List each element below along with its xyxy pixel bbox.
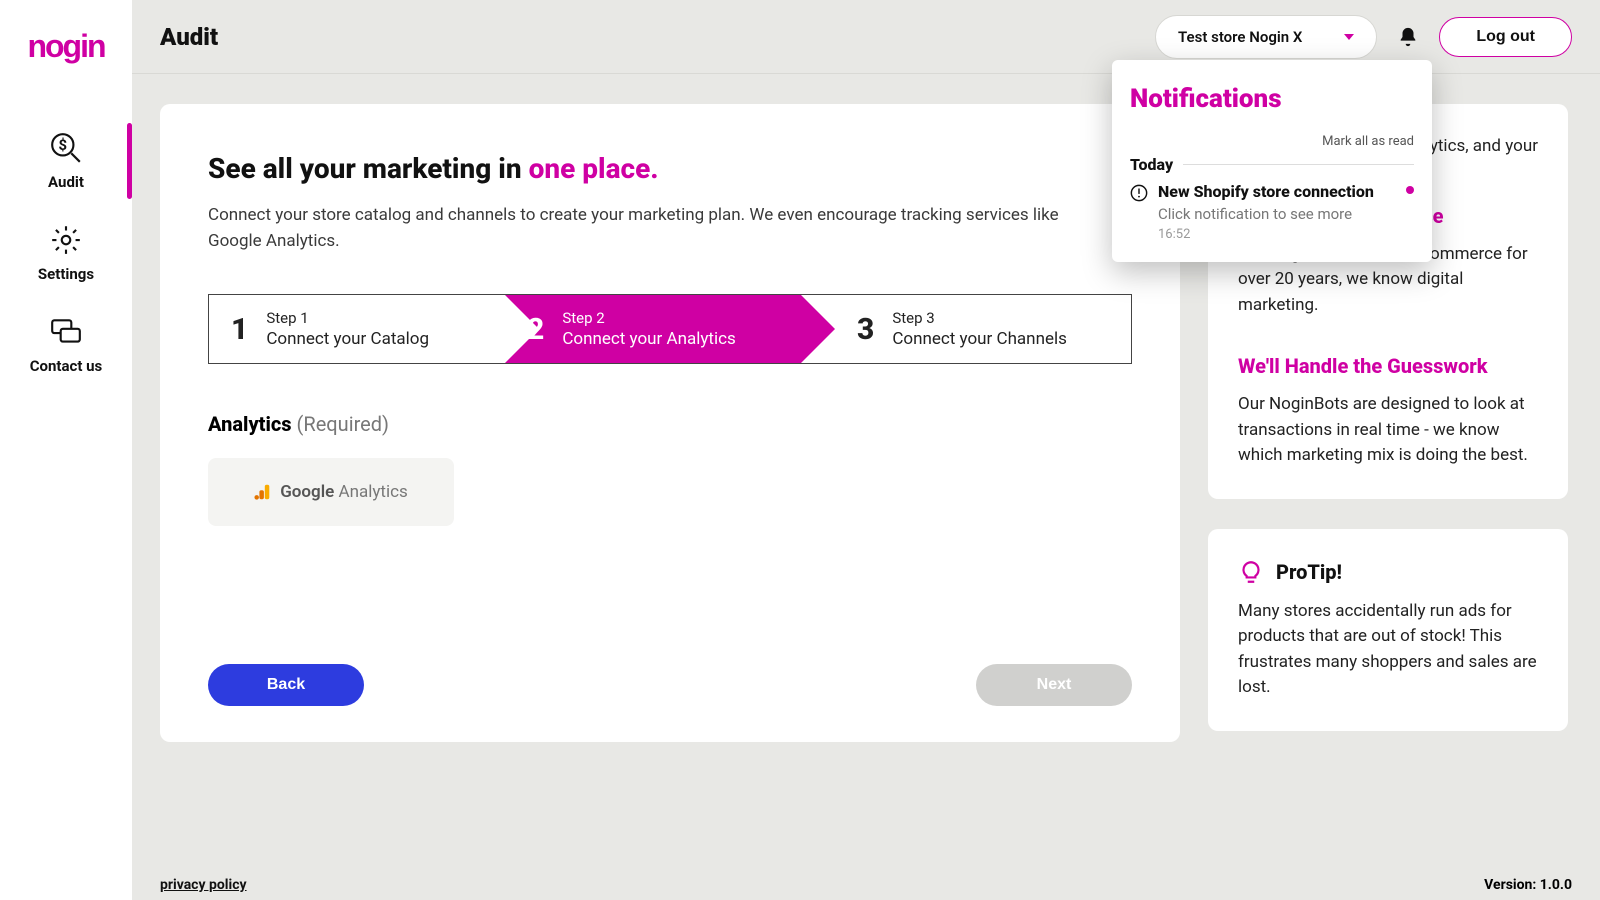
next-button: Next bbox=[976, 664, 1132, 706]
notifications-panel: Notifications Mark all as read Today New… bbox=[1112, 60, 1432, 262]
sidebar-item-audit[interactable]: $ Audit bbox=[0, 115, 132, 207]
step-2[interactable]: 2 Step 2 Connect your Analytics bbox=[505, 295, 801, 363]
step-number: 2 bbox=[527, 312, 544, 347]
store-selector[interactable]: Test store Nogin X bbox=[1155, 15, 1377, 59]
step-number: 1 bbox=[231, 312, 248, 347]
sidebar-item-label: Audit bbox=[48, 173, 84, 191]
notification-item[interactable]: New Shopify store connection Click notif… bbox=[1130, 182, 1414, 242]
analytics-label: Analytics bbox=[208, 412, 292, 436]
logout-button[interactable]: Log out bbox=[1439, 17, 1572, 57]
step-label: Step 1 bbox=[266, 309, 429, 327]
google-analytics-icon bbox=[254, 483, 272, 501]
privacy-policy-link[interactable]: privacy policy bbox=[160, 877, 247, 893]
stepper: 1 Step 1 Connect your Catalog 2 Step 2 C… bbox=[208, 294, 1132, 364]
ga-label: Google Analytics bbox=[280, 482, 408, 502]
step-number: 3 bbox=[857, 312, 874, 347]
google-analytics-tile[interactable]: Google Analytics bbox=[208, 458, 454, 526]
heading-prefix: See all your marketing in bbox=[208, 152, 529, 185]
heading-accent: one place. bbox=[529, 152, 659, 185]
heading-subtext: Connect your store catalog and channels … bbox=[208, 203, 1078, 254]
back-button[interactable]: Back bbox=[208, 664, 364, 706]
main-area: Audit Test store Nogin X Log out Notific… bbox=[132, 0, 1600, 900]
step-desc: Connect your Catalog bbox=[266, 329, 429, 349]
info-icon bbox=[1130, 184, 1148, 202]
required-hint: (Required) bbox=[297, 412, 389, 436]
footer: privacy policy Version: 1.0.0 bbox=[132, 870, 1600, 900]
sidebar-item-label: Settings bbox=[38, 265, 94, 283]
analytics-section-label: Analytics (Required) bbox=[208, 412, 1132, 436]
heading: See all your marketing in one place. bbox=[208, 152, 1132, 185]
sidebar-item-settings[interactable]: Settings bbox=[0, 207, 132, 299]
step-1[interactable]: 1 Step 1 Connect your Catalog bbox=[209, 295, 505, 363]
notifications-date: Today bbox=[1130, 155, 1173, 174]
content-card: See all your marketing in one place. Con… bbox=[160, 104, 1180, 742]
step-desc: Connect your Analytics bbox=[562, 329, 735, 349]
chat-icon bbox=[49, 315, 83, 349]
step-label: Step 3 bbox=[892, 309, 1067, 327]
notification-item-subtitle: Click notification to see more bbox=[1158, 205, 1374, 223]
sidebar-item-label: Contact us bbox=[30, 357, 103, 375]
dollar-search-icon: $ bbox=[49, 131, 83, 165]
protip-title: ProTip! bbox=[1276, 560, 1342, 584]
step-3[interactable]: 3 Step 3 Connect your Channels bbox=[801, 295, 1131, 363]
notification-item-time: 16:52 bbox=[1158, 227, 1374, 242]
brand-logo: nogin bbox=[16, 28, 116, 65]
guesswork-body: Our NoginBots are designed to look at tr… bbox=[1238, 392, 1538, 469]
notifications-title: Notifications bbox=[1130, 84, 1414, 114]
sidebar: nogin $ Audit Settings Contact us bbox=[0, 0, 132, 900]
protip-card: ProTip! Many stores accidentally run ads… bbox=[1208, 529, 1568, 731]
sidebar-item-contact[interactable]: Contact us bbox=[0, 299, 132, 391]
svg-text:$: $ bbox=[59, 136, 68, 154]
mark-all-read[interactable]: Mark all as read bbox=[1130, 134, 1414, 149]
guesswork-title: We'll Handle the Guesswork bbox=[1238, 354, 1538, 378]
lightbulb-icon bbox=[1238, 559, 1264, 585]
step-desc: Connect your Channels bbox=[892, 329, 1067, 349]
step-label: Step 2 bbox=[562, 309, 735, 327]
divider bbox=[1183, 164, 1414, 165]
unread-dot-icon bbox=[1406, 186, 1414, 194]
version-label: Version: 1.0.0 bbox=[1484, 877, 1572, 893]
page-title: Audit bbox=[160, 23, 218, 51]
store-selected: Test store Nogin X bbox=[1178, 28, 1302, 46]
bell-icon[interactable] bbox=[1397, 26, 1419, 48]
protip-body: Many stores accidentally run ads for pro… bbox=[1238, 599, 1538, 701]
notification-item-title: New Shopify store connection bbox=[1158, 182, 1374, 201]
gear-icon bbox=[49, 223, 83, 257]
chevron-down-icon bbox=[1344, 34, 1354, 40]
